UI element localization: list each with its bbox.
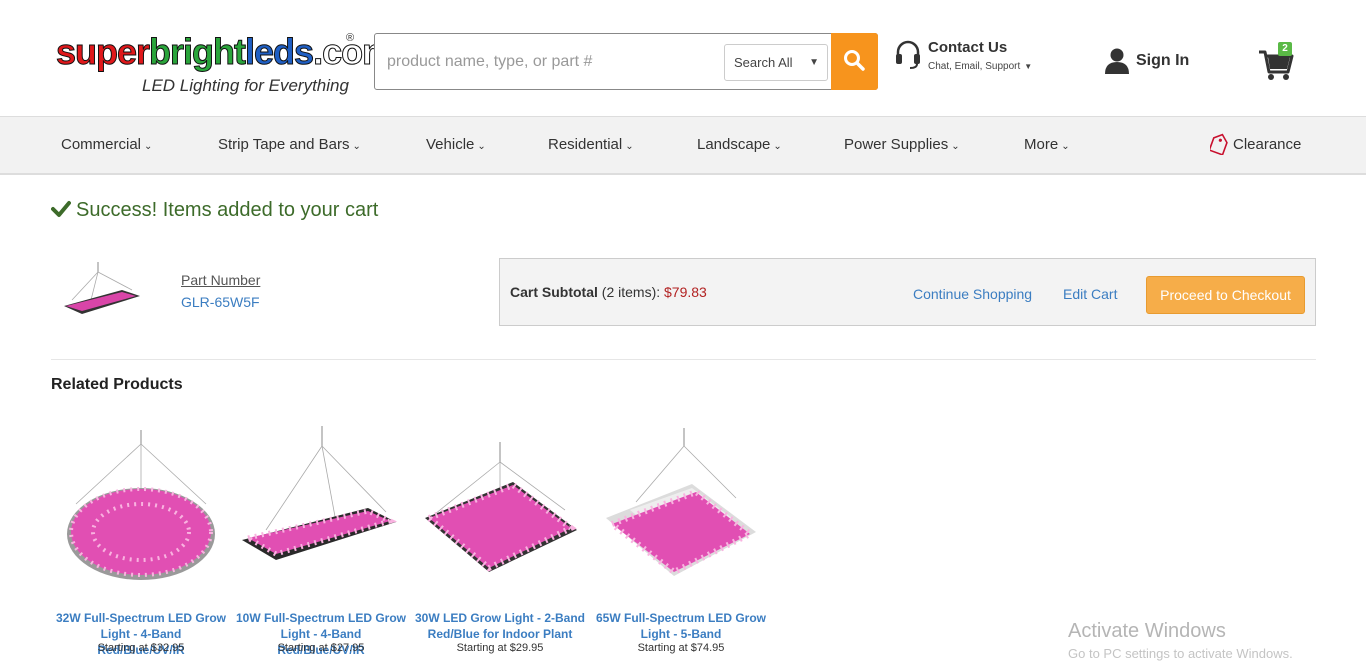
related-product-name[interactable]: 65W Full-Spectrum LED Grow Light - 5-Ban…	[596, 610, 766, 642]
part-number-label[interactable]: Part Number	[181, 272, 260, 288]
search-button[interactable]	[831, 33, 878, 90]
windows-activation-subtitle: Go to PC settings to activate Windows.	[1068, 646, 1293, 661]
nav-item-vehicle[interactable]: Vehicle ⌄	[426, 117, 486, 174]
related-products-title: Related Products	[51, 376, 183, 393]
price-tag-icon	[1210, 133, 1228, 155]
section-divider	[51, 359, 1316, 360]
chevron-down-icon: ⌄	[951, 141, 960, 152]
cart-subtotal: Cart Subtotal (2 items): $79.83	[510, 284, 707, 300]
sign-in-label: Sign In	[1136, 52, 1190, 69]
search-input[interactable]	[375, 34, 715, 89]
product-image	[423, 442, 577, 572]
dropdown-arrow-icon: ▼	[809, 57, 819, 68]
site-logo[interactable]: superbrightleds.com ® LED Lighting for E…	[55, 31, 394, 98]
nav-item-more[interactable]: More ⌄	[1024, 117, 1070, 174]
chevron-down-icon: ⌄	[144, 141, 153, 152]
checkmark-icon	[51, 201, 71, 217]
contact-us-title: Contact Us	[928, 39, 1008, 56]
chevron-down-icon: ⌄	[477, 141, 486, 152]
cart-summary-box: Cart Subtotal (2 items): $79.83 Continue…	[499, 258, 1316, 326]
logo-wordmark: superbrightleds.com	[55, 31, 394, 72]
user-icon	[1105, 48, 1129, 74]
registered-mark: ®	[346, 32, 355, 44]
part-number-link[interactable]: GLR-65W5F	[181, 294, 260, 310]
contact-us-menu[interactable]: Contact Us Chat, Email, Support ▼	[894, 38, 1064, 78]
product-image	[605, 428, 756, 576]
nav-item-strip-tape[interactable]: Strip Tape and Bars ⌄	[218, 117, 361, 174]
nav-item-clearance[interactable]: Clearance	[1210, 117, 1301, 174]
cart-count-badge: 2	[1278, 42, 1292, 56]
added-product-image[interactable]	[60, 260, 144, 322]
search-bar: Search All ▼	[374, 33, 878, 90]
search-scope-value: Search All	[734, 55, 793, 70]
tagline: LED Lighting for Everything	[142, 76, 349, 95]
edit-cart-link[interactable]: Edit Cart	[1063, 286, 1117, 302]
related-product-price: Starting at $29.95	[456, 642, 544, 654]
success-message: Success! Items added to your cart	[51, 199, 378, 222]
continue-shopping-link[interactable]: Continue Shopping	[913, 286, 1032, 302]
related-product-price: Starting at $32.95	[97, 642, 185, 654]
chevron-down-icon: ⌄	[352, 141, 361, 152]
headset-icon	[896, 40, 920, 69]
nav-item-landscape[interactable]: Landscape ⌄	[697, 117, 782, 174]
chevron-down-icon: ⌄	[625, 141, 634, 152]
related-product-name[interactable]: 30W LED Grow Light - 2-Band Red/Blue for…	[415, 610, 585, 642]
nav-item-power-supplies[interactable]: Power Supplies ⌄	[844, 117, 960, 174]
chevron-down-icon: ⌄	[773, 141, 782, 152]
cart-button[interactable]: 2	[1258, 42, 1298, 82]
search-scope-select[interactable]: Search All ▼	[724, 44, 828, 81]
product-image	[67, 430, 215, 580]
chevron-down-icon: ⌄	[1061, 141, 1070, 152]
search-icon	[844, 50, 865, 71]
related-product-price: Starting at $27.95	[277, 642, 365, 654]
contact-us-subtitle: Chat, Email, Support ▼	[928, 61, 1033, 72]
windows-activation-title: Activate Windows	[1068, 620, 1226, 642]
product-image	[241, 426, 398, 560]
nav-item-residential[interactable]: Residential ⌄	[548, 117, 634, 174]
dropdown-arrow-icon: ▼	[1024, 61, 1033, 71]
related-product-price: Starting at $74.95	[637, 642, 725, 654]
cart-subtotal-price: $79.83	[664, 284, 707, 300]
nav-item-commercial[interactable]: Commercial ⌄	[61, 117, 152, 174]
proceed-to-checkout-button[interactable]: Proceed to Checkout	[1146, 276, 1305, 314]
main-nav: Commercial ⌄ Strip Tape and Bars ⌄ Vehicle…	[0, 116, 1366, 175]
site-header: superbrightleds.com ® LED Lighting for E…	[0, 0, 1366, 116]
